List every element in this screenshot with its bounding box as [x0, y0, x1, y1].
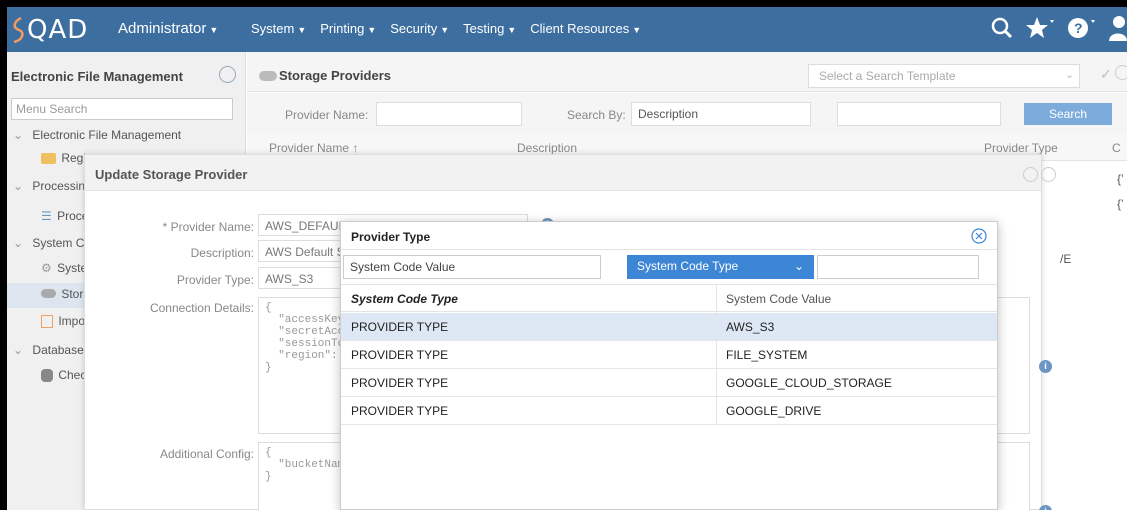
qad-logo[interactable]: QAD [11, 15, 88, 45]
wrench-icon: ⚙ [41, 261, 52, 275]
menu-system[interactable]: System ▼ [251, 21, 306, 36]
column-provider-name[interactable]: Provider Name ↑ [269, 141, 358, 155]
main-menu: System ▼ Printing ▼ Security ▼ Testing ▼ Cli… [251, 21, 641, 36]
lookup-titlebar: Provider Type [341, 222, 997, 250]
system-code-type-filter-select[interactable]: System Code Type ⌄ [627, 255, 814, 279]
search-template-select[interactable]: Select a Search Template [808, 64, 1080, 88]
menu-client-resources[interactable]: Client Resources ▼ [530, 21, 641, 36]
column-system-code-type[interactable]: System Code Type [351, 292, 458, 306]
caret-down-icon: ▼ [632, 25, 642, 35]
check-icon[interactable]: ✓ [1100, 66, 1112, 83]
additional-config-label: Additional Config: [159, 447, 254, 461]
lookup-grid-header: System Code Type System Code Value [341, 284, 997, 312]
header-icons: ? [991, 15, 1127, 41]
logo-text: QAD [27, 15, 89, 45]
list-icon: ☰ [41, 209, 52, 223]
table-row[interactable]: PROVIDER TYPE AWS_S3 [341, 313, 997, 341]
svg-text:?: ? [1074, 20, 1083, 36]
grid-cell-peek: {’ [1117, 172, 1124, 186]
role-menu[interactable]: Administrator ▼ [118, 20, 218, 37]
clear-icon[interactable] [1115, 65, 1127, 80]
info-icon[interactable]: i [1039, 360, 1052, 373]
database-icon [41, 369, 53, 383]
panel-title: Electronic File Management [11, 69, 183, 84]
menu-testing[interactable]: Testing ▼ [463, 21, 516, 36]
search-form: Provider Name: Search By: Description Se… [247, 93, 1127, 133]
menu-group-processing[interactable]: ⌄ Processing [13, 179, 92, 193]
search-by-label: Search By: [567, 108, 626, 122]
menu-group-efm[interactable]: ⌄ Electronic File Management [13, 128, 181, 142]
role-label: Administrator [118, 20, 207, 37]
column-description[interactable]: Description [517, 141, 577, 155]
close-icon[interactable] [971, 228, 987, 244]
import-icon [41, 315, 53, 329]
app-window: QAD Administrator ▼ System ▼ Printing ▼ Sec… [7, 7, 1127, 510]
grid-cell-peek: {’ [1117, 197, 1124, 211]
provider-name-search-input[interactable] [376, 102, 522, 126]
top-navigation-bar: QAD Administrator ▼ System ▼ Printing ▼ Sec… [7, 7, 1127, 52]
column-divider [716, 284, 717, 424]
column-system-code-value[interactable]: System Code Value [726, 292, 831, 306]
description-field-label: Description: [190, 246, 254, 260]
caret-down-icon: ▼ [367, 25, 377, 35]
user-icon[interactable] [1109, 15, 1127, 41]
provider-type-lookup-dialog: Provider Type System Code Value System C… [340, 221, 998, 510]
settings-icon[interactable] [1023, 167, 1038, 182]
table-row[interactable]: PROVIDER TYPE FILE_SYSTEM [341, 341, 997, 369]
table-row[interactable]: PROVIDER TYPE GOOGLE_DRIVE [341, 397, 997, 425]
connection-details-label: Connection Details: [149, 301, 254, 315]
page-header: Storage Providers Select a Search Templa… [247, 52, 1127, 92]
column-provider-type[interactable]: Provider Type [984, 141, 1058, 155]
chevron-down-icon: ⌄ [793, 259, 804, 273]
chevron-down-icon: ⌄ [13, 236, 24, 250]
menu-security[interactable]: Security ▼ [390, 21, 449, 36]
search-icon[interactable] [991, 17, 1013, 39]
info-icon[interactable]: i [1039, 505, 1052, 510]
dialog-titlebar: Update Storage Provider [85, 155, 1056, 191]
page-title: Storage Providers [279, 68, 391, 83]
chevron-down-icon: ⌄ [13, 179, 24, 193]
provider-name-field-label: * Provider Name: [162, 220, 254, 234]
provider-type-field-label: Provider Type: [176, 273, 254, 287]
grid-cell-peek: /E [1060, 252, 1072, 266]
chevron-down-icon: ⌄ [13, 343, 24, 357]
caret-down-icon: ▼ [297, 25, 307, 35]
cloud-icon [259, 71, 277, 81]
system-code-value-filter-input[interactable]: System Code Value [343, 255, 601, 279]
caret-down-icon: ▼ [507, 25, 517, 35]
logo-swirl-icon [13, 16, 24, 44]
caret-down-icon: ▼ [440, 25, 450, 35]
search-button[interactable]: Search [1024, 103, 1112, 125]
column-c[interactable]: C [1112, 141, 1121, 155]
caret-down-icon: ▼ [209, 25, 219, 35]
close-icon[interactable] [1041, 167, 1056, 182]
help-icon[interactable]: ? [1067, 16, 1097, 40]
dialog-title: Update Storage Provider [95, 167, 248, 182]
menu-search-input[interactable]: Menu Search [11, 98, 233, 120]
menu-printing[interactable]: Printing ▼ [320, 21, 376, 36]
favorites-star-icon[interactable] [1025, 16, 1055, 40]
search-value-input[interactable] [837, 102, 1001, 126]
table-row[interactable]: PROVIDER TYPE GOOGLE_CLOUD_STORAGE [341, 369, 997, 397]
filter-value-input[interactable] [817, 255, 979, 279]
provider-name-label: Provider Name: [285, 108, 369, 122]
folder-icon [41, 153, 56, 165]
chevron-down-icon: ⌄ [13, 128, 24, 142]
collapse-panel-icon[interactable] [219, 66, 236, 83]
lookup-title: Provider Type [351, 230, 431, 244]
menu-group-database[interactable]: ⌄ Database [13, 343, 84, 357]
chevron-down-icon: ⌄ [1065, 69, 1075, 81]
search-by-select[interactable]: Description [631, 102, 811, 126]
cloud-icon [41, 289, 56, 298]
